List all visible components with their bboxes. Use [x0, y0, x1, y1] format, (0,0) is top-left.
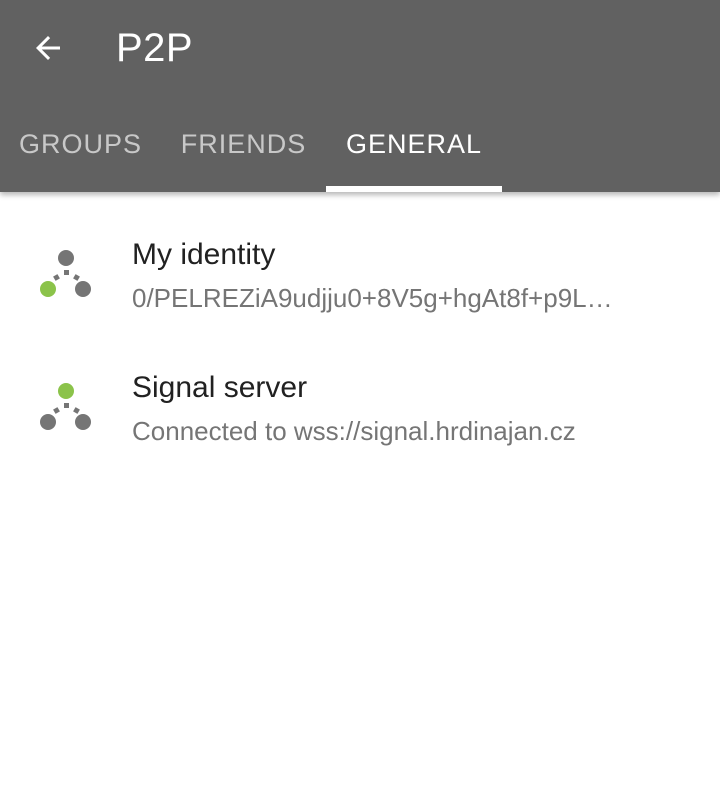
item-title: Signal server	[132, 371, 308, 404]
tab-general[interactable]: GENERAL	[326, 96, 502, 192]
tab-friends[interactable]: FRIENDS	[161, 96, 326, 192]
network-identity-icon	[40, 250, 91, 297]
list-item-signal-server[interactable]: Signal server Connected to wss://signal.…	[0, 355, 720, 488]
tab-indicator	[326, 186, 502, 192]
identity-key-text: 0/PELREZiA9udjju0+8V5g+hgAt8f+p9L…	[132, 283, 613, 313]
connection-status-text: Connected to wss://signal.hrdinajan.cz	[132, 416, 576, 446]
tab-groups[interactable]: GROUPS	[0, 96, 161, 192]
back-button[interactable]	[16, 16, 80, 80]
list-item-my-identity[interactable]: My identity 0/PELREZiA9udjju0+8V5g+hgAt8…	[0, 222, 720, 355]
page-title: P2P	[116, 26, 194, 70]
app-bar: P2P GROUPS FRIENDS GENERAL	[0, 0, 720, 192]
network-server-icon	[40, 383, 91, 430]
tab-bar: GROUPS FRIENDS GENERAL	[0, 96, 720, 192]
arrow-back-icon	[36, 36, 60, 60]
item-title: My identity	[132, 238, 276, 271]
